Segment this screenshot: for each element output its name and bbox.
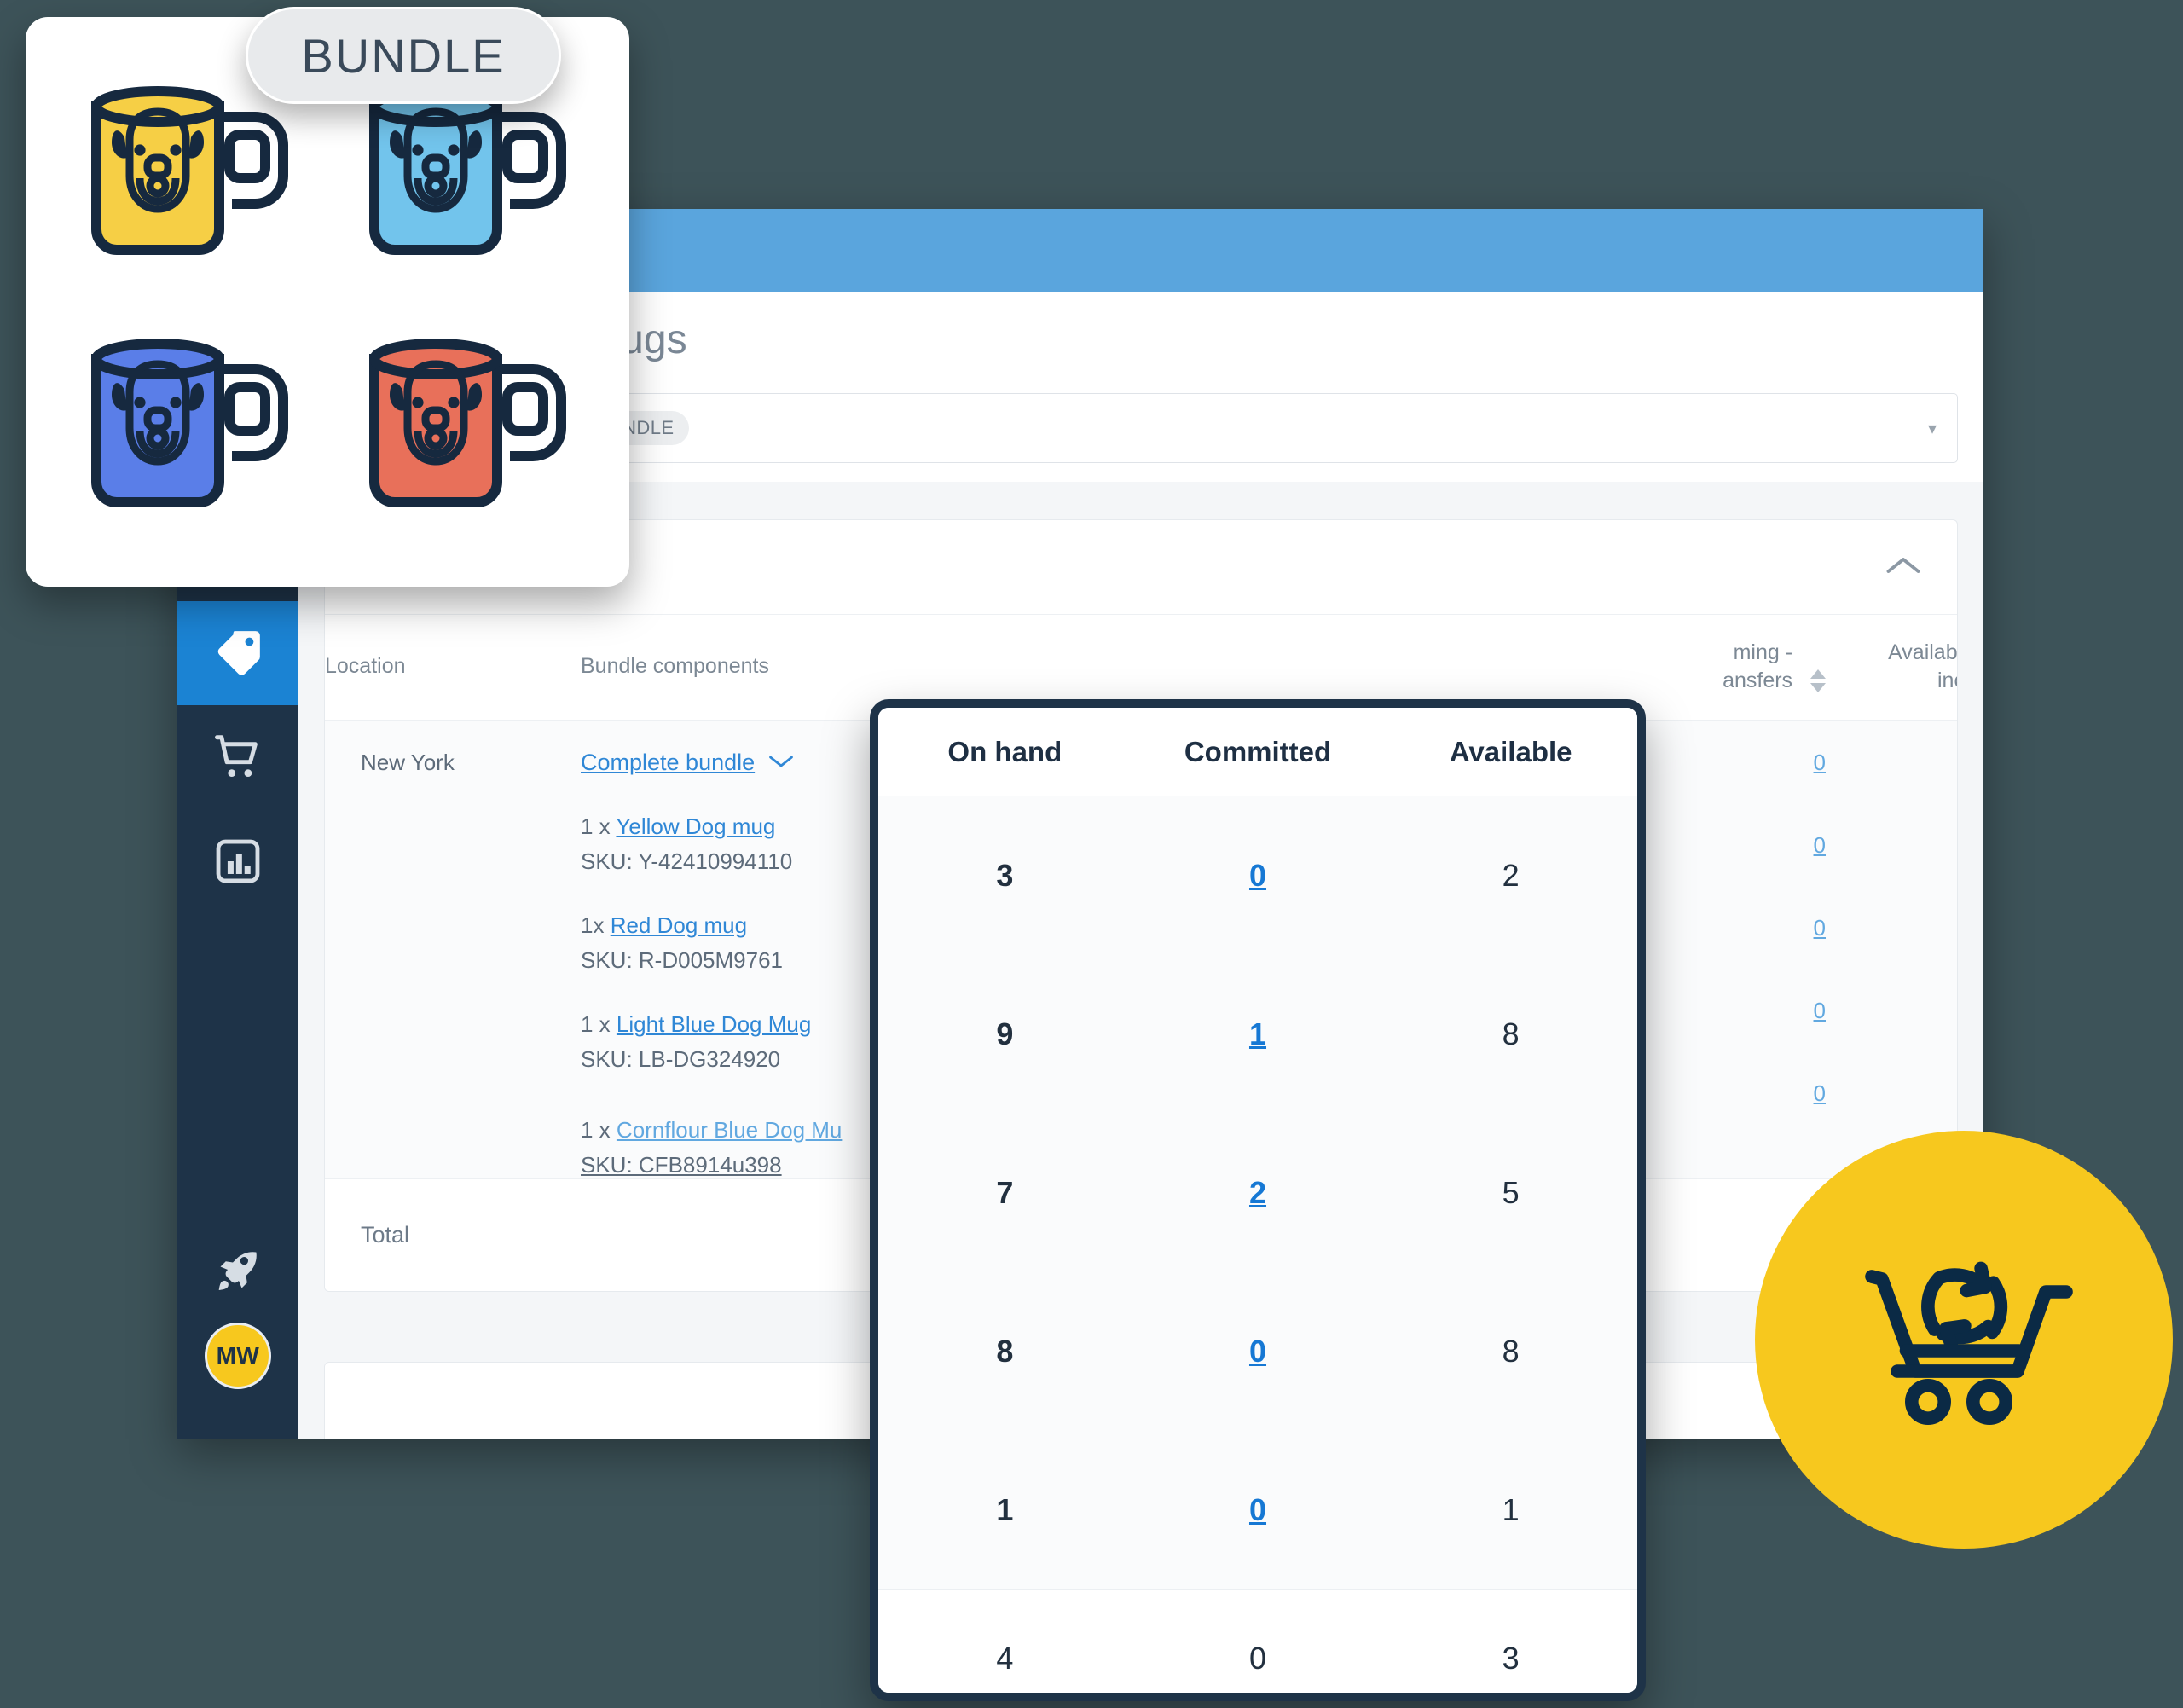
chevron-down-icon[interactable]: ▾ <box>1928 418 1937 439</box>
bundle-callout-pill: BUNDLE <box>246 7 561 104</box>
overlay-available: 8 <box>1502 1016 1520 1051</box>
overlay-available: 1 <box>1502 1492 1520 1527</box>
overlay-col-on-hand: On hand <box>947 735 1063 767</box>
incoming-link[interactable]: 0 <box>1814 832 1826 858</box>
component-qty: 1 x <box>581 813 617 839</box>
overlay-row: 8 0 8 <box>878 1272 1637 1431</box>
after-incoming-value: 5 <box>1826 915 1957 941</box>
sidebar-item-reports[interactable] <box>177 809 298 913</box>
overlay-on-hand: 3 <box>996 858 1014 893</box>
overlay-col-available: Available <box>1449 735 1572 767</box>
after-incoming-value: 8 <box>1826 832 1957 859</box>
overlay-on-hand: 1 <box>996 1492 1014 1527</box>
complete-bundle-toggle[interactable]: Complete bundle <box>581 750 794 776</box>
after-incoming-value: 2 <box>1826 750 1957 776</box>
mug-grid <box>61 61 594 543</box>
overlay-row: 9 1 8 <box>878 955 1637 1114</box>
component-qty: 1 x <box>581 1011 617 1037</box>
reorder-badge <box>1755 1131 2173 1549</box>
chevron-up-icon[interactable] <box>1885 554 1921 581</box>
overlay-col-committed: Committed <box>1184 735 1332 767</box>
overlay-committed-link[interactable]: 2 <box>1249 1175 1266 1210</box>
after-incoming-value: 8 <box>1826 998 1957 1024</box>
total-label: Total <box>325 1178 581 1291</box>
shopping-cart-icon <box>211 731 264 784</box>
overlay-header-row: On hand Committed Available <box>878 708 1637 796</box>
overlay-committed-link[interactable]: 0 <box>1249 858 1266 893</box>
cell-location: New York <box>325 720 581 1179</box>
col-header-available-after-incoming[interactable]: Available afterincoming <box>1826 614 1957 721</box>
chevron-down-icon <box>768 752 794 774</box>
overlay-total-committed: 0 <box>1248 1640 1267 1676</box>
col-header-location: Location <box>325 614 581 721</box>
complete-bundle-label: Complete bundle <box>581 750 756 775</box>
tag-icon <box>211 627 264 680</box>
overlay-on-hand: 7 <box>996 1175 1014 1210</box>
cell-incoming-transfers: 0 0 0 0 0 <box>1638 720 1826 1179</box>
overlay-available: 2 <box>1502 858 1520 893</box>
component-qty: 1 x <box>581 1117 617 1143</box>
overlay-on-hand: 8 <box>996 1334 1014 1369</box>
overlay-row: 1 0 1 <box>878 1431 1637 1589</box>
overlay-total-available: 3 <box>1502 1640 1520 1676</box>
overlay-total-row: 4 0 3 <box>878 1589 1637 1693</box>
avatar[interactable]: MW <box>205 1323 271 1389</box>
bundle-callout-label: BUNDLE <box>301 28 506 83</box>
overlay-available: 5 <box>1502 1175 1520 1210</box>
sidebar-item-orders[interactable] <box>177 705 298 809</box>
bar-chart-icon <box>213 837 263 886</box>
cell-available-after-incoming: 2 8 5 8 <box>1826 720 1957 1179</box>
sidebar-item-products[interactable] <box>177 601 298 705</box>
overlay-body: 3 0 2 9 1 8 7 2 5 8 0 8 1 0 1 <box>878 796 1637 1589</box>
overlay-committed-link[interactable]: 0 <box>1249 1334 1266 1369</box>
sidebar-item-whats-new[interactable] <box>177 1219 298 1323</box>
incoming-link[interactable]: 0 <box>1814 915 1826 941</box>
overlay-row: 3 0 2 <box>878 796 1637 955</box>
component-link[interactable]: Cornflour Blue Dog Mu <box>617 1117 842 1143</box>
overlay-committed-link[interactable]: 1 <box>1249 1016 1266 1051</box>
component-link[interactable]: Light Blue Dog Mug <box>617 1011 811 1037</box>
col-header-incoming-transfers[interactable]: ming - ansfers <box>1638 614 1826 721</box>
overlay-committed-link[interactable]: 0 <box>1249 1492 1266 1527</box>
sort-arrows-icon[interactable] <box>1810 669 1826 693</box>
rocket-icon <box>212 1245 263 1296</box>
overlay-available: 8 <box>1502 1334 1520 1369</box>
overlay-total-on-hand: 4 <box>996 1640 1014 1676</box>
component-link[interactable]: Red Dog mug <box>611 912 747 938</box>
component-qty: 1x <box>581 912 611 938</box>
inventory-detail-overlay: On hand Committed Available 3 0 2 9 1 8 … <box>870 699 1646 1701</box>
incoming-link[interactable]: 0 <box>1814 998 1826 1023</box>
avatar-initials: MW <box>216 1342 260 1369</box>
incoming-link[interactable]: 0 <box>1814 1080 1826 1106</box>
component-link[interactable]: Yellow Dog mug <box>616 813 775 839</box>
overlay-on-hand: 9 <box>996 1016 1014 1051</box>
overlay-row: 7 2 5 <box>878 1114 1637 1272</box>
cart-refresh-icon <box>1836 1210 2092 1470</box>
incoming-link[interactable]: 0 <box>1814 750 1826 775</box>
mug-red <box>369 339 566 507</box>
mug-cornflour-blue <box>91 339 288 507</box>
